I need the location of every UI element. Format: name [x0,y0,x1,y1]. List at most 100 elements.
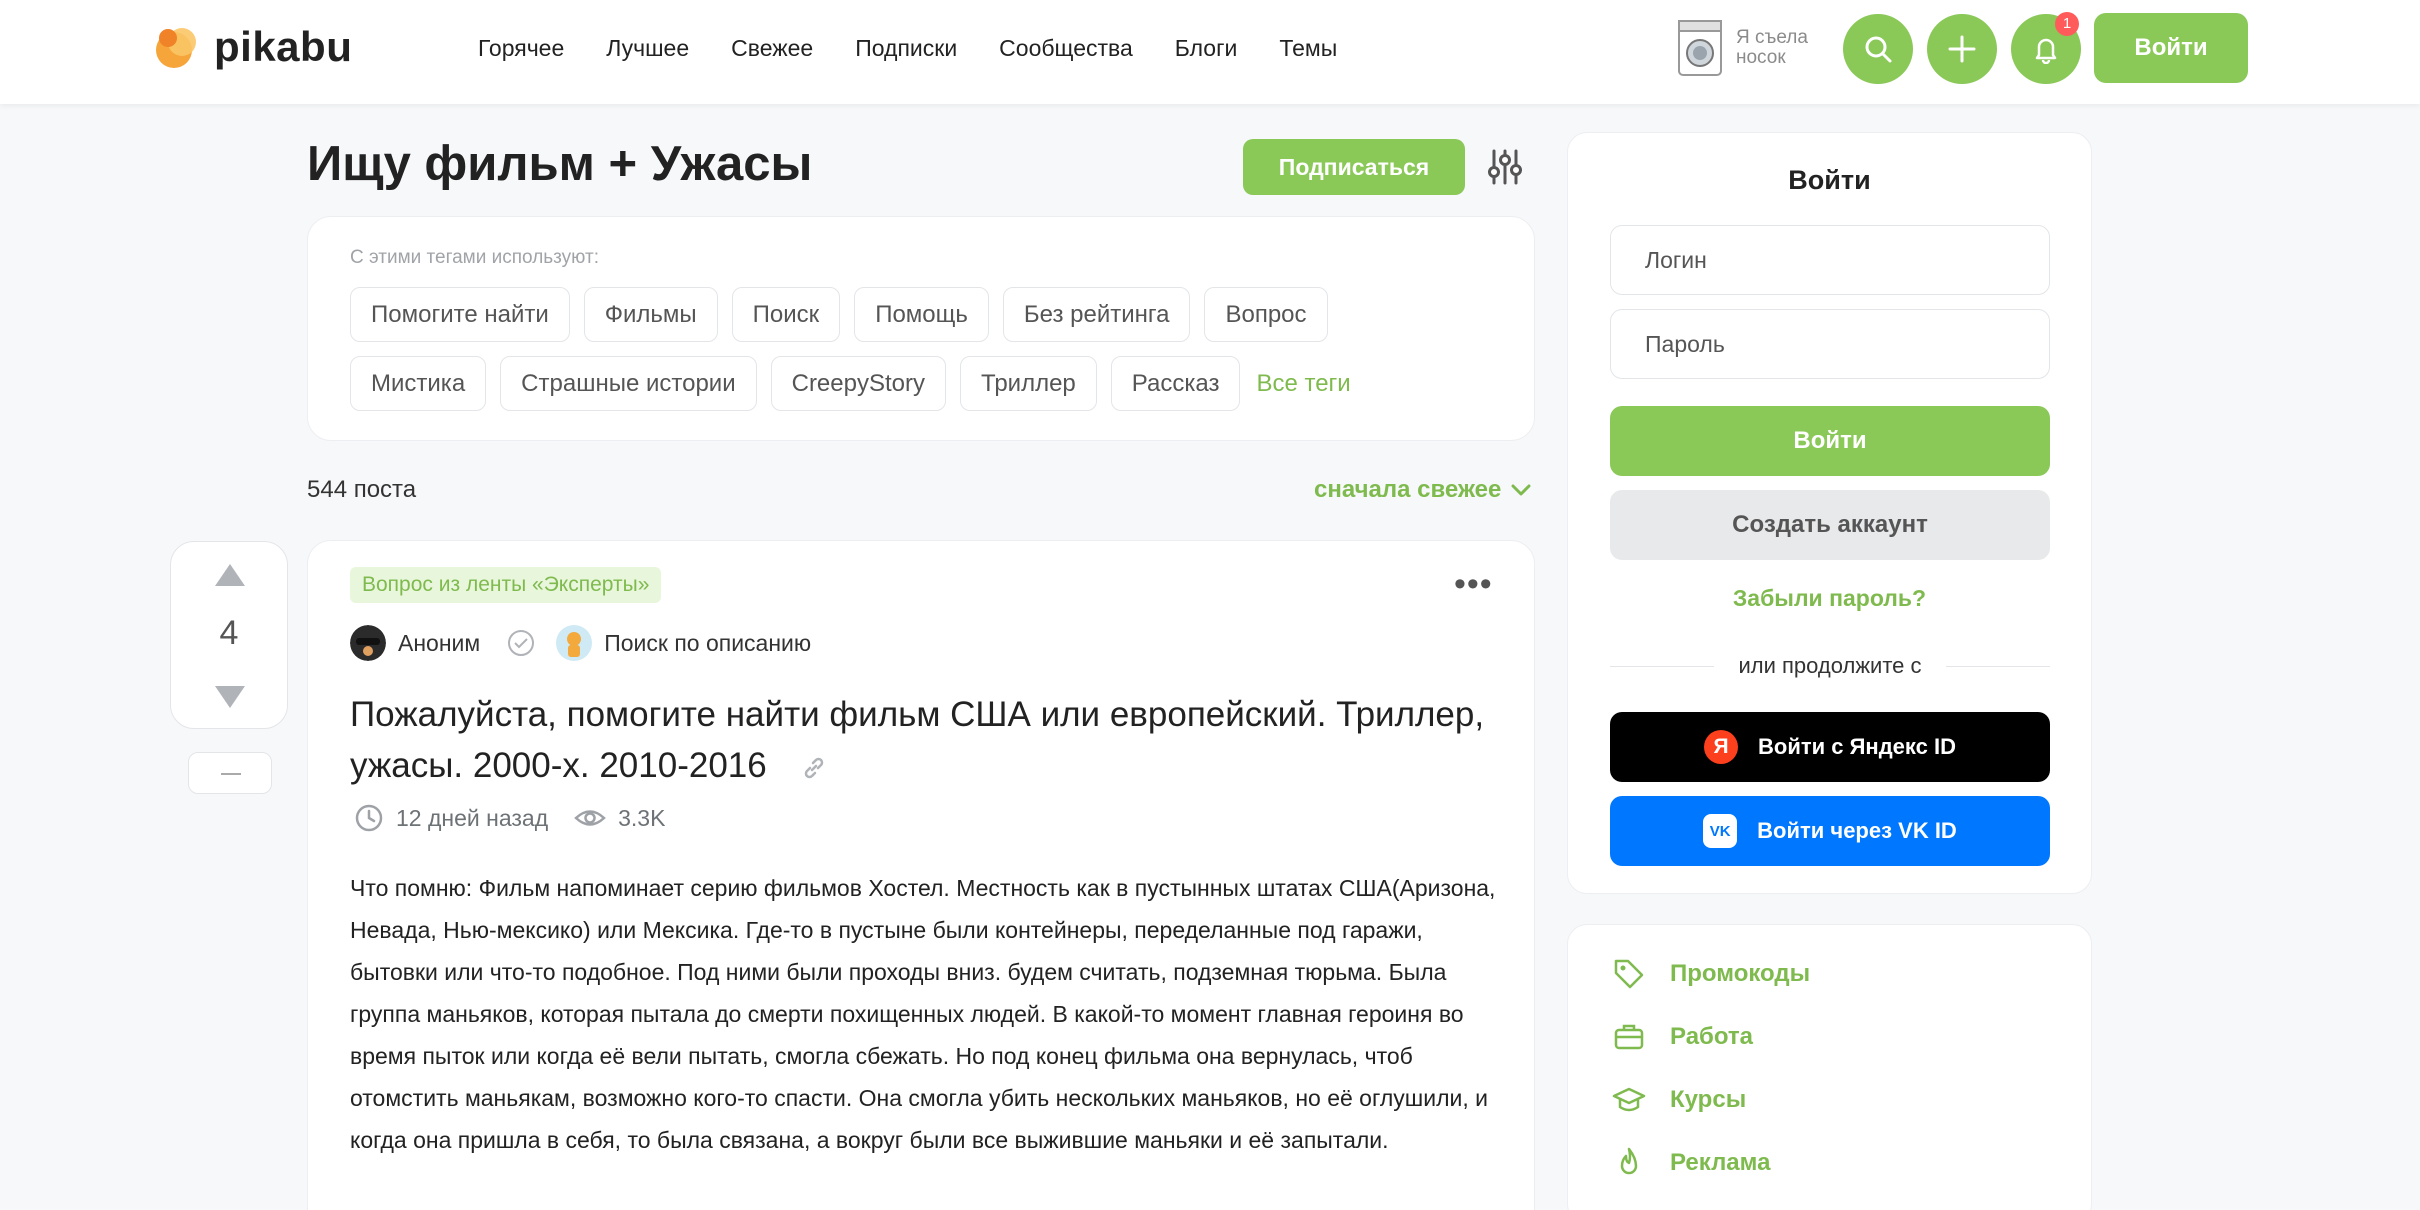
tag-movies[interactable]: Фильмы [583,287,718,342]
nav-subscriptions[interactable]: Подписки [855,30,957,66]
bell-icon [2035,38,2057,64]
upvote-icon[interactable] [213,562,247,588]
add-post-button[interactable] [1927,14,1997,84]
tag-scary-stories[interactable]: Страшные истории [500,356,757,411]
header-login-button[interactable]: Войти [2094,13,2248,83]
main-nav: Горячее Лучшее Свежее Подписки Сообществ… [478,30,1379,66]
sidebar-link-promocodes[interactable]: Промокоды [1612,957,1810,991]
author-name[interactable]: Аноним [398,630,480,657]
vk-icon: VK [1703,814,1738,848]
notification-badge: 1 [2055,12,2079,36]
posts-count: 544 поста [307,476,417,503]
login-card-title: Войти [1788,165,1871,195]
tag-thriller[interactable]: Триллер [960,356,1097,411]
sidebar-link-jobs[interactable]: Работа [1612,1020,1753,1054]
post-meta: 12 дней назад 3.3K [354,803,665,833]
briefcase-icon [1614,1024,1644,1050]
sidebar-links: Промокоды Работа Курсы Реклама [1567,924,2092,1210]
flame-icon [1620,1147,1638,1175]
post-source-badge[interactable]: Вопрос из ленты «Эксперты» [350,567,662,603]
tag-help[interactable]: Помощь [854,287,989,342]
downvote-icon[interactable] [213,684,247,710]
sidebar-link-label: Курсы [1670,1086,1747,1113]
washing-machine-icon [1678,20,1722,76]
related-tags-panel: С этими тегами используют: Помогите найт… [307,216,1535,441]
header: pikabu Горячее Лучшее Свежее Подписки Со… [0,0,2420,104]
promo-text: Я съела носок [1736,27,1808,68]
post-title[interactable]: Пожалуйста, помогите найти фильм США или… [350,689,1510,791]
check-circle-icon [508,630,535,656]
vote-panel: 4 [170,541,288,729]
login-submit-button[interactable]: Войти [1610,406,2050,476]
yandex-login-label: Войти с Яндекс ID [1758,734,1956,759]
password-input[interactable]: Пароль [1610,309,2050,379]
author-avatar[interactable] [350,625,386,661]
tags-row-2: Мистика Страшные истории CreepyStory Три… [350,356,1351,411]
vk-login-button[interactable]: VK Войти через VK ID [1610,796,2050,866]
plus-icon [1948,35,1976,63]
graduation-cap-icon [1612,1087,1646,1112]
pikabu-logo-icon [156,28,196,68]
post-card: Вопрос из ленты «Эксперты» ••• Аноним По… [307,540,1535,1210]
tags-row-1: Помогите найти Фильмы Поиск Помощь Без р… [350,287,1342,342]
clock-icon [355,804,383,832]
logo-text: pikabu [214,23,353,70]
post-title-text[interactable]: Пожалуйста, помогите найти фильм США или… [350,695,1484,785]
sort-dropdown[interactable]: сначала свежее [1314,476,1533,504]
nav-hot[interactable]: Горячее [478,30,564,66]
tag-help-find[interactable]: Помогите найти [350,287,570,342]
notifications-button[interactable]: 1 [2011,12,2081,84]
tag-search[interactable]: Поиск [731,287,841,342]
login-placeholder: Логин [1645,246,1707,273]
tag-story[interactable]: Рассказ [1110,356,1241,411]
sidebar-link-label: Работа [1670,1023,1754,1050]
tag-question[interactable]: Вопрос [1204,287,1328,342]
sidebar-link-label: Реклама [1670,1149,1771,1176]
eye-icon [574,810,606,826]
or-text: или продолжите с [1738,653,1922,678]
vote-count: 4 [219,614,239,652]
post-author-row: Аноним Поиск по описанию [350,625,811,661]
tag-mystic[interactable]: Мистика [350,356,487,411]
nav-communities[interactable]: Сообщества [999,30,1133,66]
filter-settings-icon[interactable] [1488,148,1522,186]
chevron-down-icon [1511,484,1531,496]
sort-label: сначала свежее [1314,476,1502,503]
hide-post-button[interactable] [188,752,272,794]
yandex-icon: Я [1704,730,1738,764]
more-options-icon[interactable]: ••• [1454,565,1493,604]
or-divider: или продолжите с [1610,653,2051,679]
post-time: 12 дней назад [396,804,549,831]
create-account-button[interactable]: Создать аккаунт [1610,490,2050,560]
yandex-login-button[interactable]: Я Войти с Яндекс ID [1610,712,2050,782]
tag-creepystory[interactable]: CreepyStory [770,356,946,411]
community-avatar[interactable] [556,625,593,661]
pikabu-logo[interactable]: pikabu [152,22,352,72]
promo-banner[interactable]: Я съела носок [1676,18,1826,78]
login-input[interactable]: Логин [1610,225,2050,295]
subscribe-button[interactable]: Подписаться [1243,139,1465,195]
vk-login-label: Войти через VK ID [1757,818,1957,843]
nav-best[interactable]: Лучшее [606,30,689,66]
login-card: Войти Логин Пароль Войти Создать аккаунт… [1567,132,2092,894]
minus-icon [221,773,241,775]
related-tags-label: С этими тегами используют: [350,247,599,268]
page-title: Ищу фильм + Ужасы [307,137,813,191]
all-tags-link[interactable]: Все теги [1256,370,1350,398]
nav-topics[interactable]: Темы [1279,30,1337,66]
tag-icon [1614,959,1644,989]
link-icon[interactable] [800,754,828,782]
search-button[interactable] [1843,14,1913,84]
community-name[interactable]: Поиск по описанию [604,630,811,657]
nav-blogs[interactable]: Блоги [1175,30,1238,66]
post-views: 3.3K [618,804,666,831]
sidebar-link-label: Промокоды [1670,960,1811,987]
forgot-password-link[interactable]: Забыли пароль? [1568,585,2091,612]
divider-line [1610,665,1715,667]
password-placeholder: Пароль [1645,330,1725,357]
sidebar-link-courses[interactable]: Курсы [1612,1083,1746,1117]
divider-line [1945,665,2051,667]
sidebar-link-ads[interactable]: Реклама [1612,1146,1770,1180]
nav-new[interactable]: Свежее [731,30,813,66]
tag-no-rating[interactable]: Без рейтинга [1002,287,1191,342]
